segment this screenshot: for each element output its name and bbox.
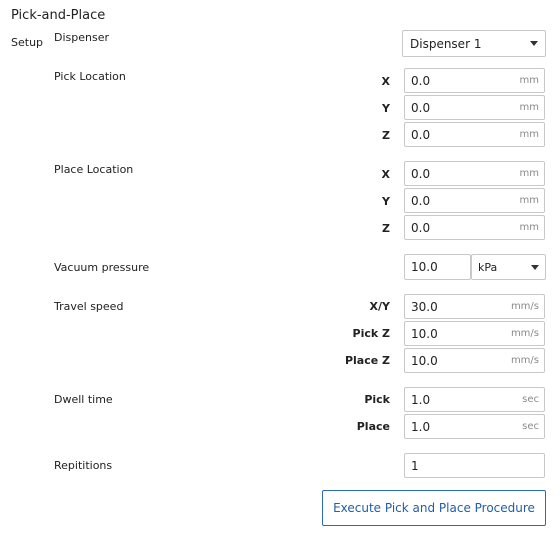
travel-xy-label: X/Y (369, 300, 390, 313)
place-z-label: Z (382, 222, 390, 235)
dwell-place-label: Place (356, 420, 390, 433)
travel-pickz-label: Pick Z (352, 327, 390, 340)
travel-xy-unit: mm/s (510, 301, 539, 312)
dwell-pick-input[interactable]: 1.0 sec (404, 387, 545, 412)
dwell-place-value: 1.0 (411, 419, 431, 434)
place-z-value: 0.0 (411, 220, 431, 235)
chevron-down-icon (530, 41, 538, 46)
vacuum-unit-value: kPa (478, 260, 498, 274)
place-x-input[interactable]: 0.0 mm (404, 161, 545, 186)
travel-placez-value: 10.0 (411, 353, 438, 368)
execute-pick-and-place-button[interactable]: Execute Pick and Place Procedure (322, 490, 546, 526)
place-x-value: 0.0 (411, 166, 431, 181)
place-y-value: 0.0 (411, 193, 431, 208)
place-z-input[interactable]: 0.0 mm (404, 215, 545, 240)
repetitions-input[interactable]: 1 (404, 453, 545, 478)
place-y-unit: mm (519, 195, 539, 206)
place-y-input[interactable]: 0.0 mm (404, 188, 545, 213)
repetitions-value: 1 (411, 458, 419, 473)
travel-placez-input[interactable]: 10.0 mm/s (404, 348, 545, 373)
travel-pickz-input[interactable]: 10.0 mm/s (404, 321, 545, 346)
dwell-place-input[interactable]: 1.0 sec (404, 414, 545, 439)
tab-setup[interactable]: Setup (11, 36, 43, 49)
travel-pickz-value: 10.0 (411, 326, 438, 341)
pick-z-input[interactable]: 0.0 mm (404, 122, 545, 147)
pick-y-unit: mm (519, 102, 539, 113)
dwell-time-label: Dwell time (54, 393, 113, 406)
dwell-pick-label: Pick (364, 393, 390, 406)
travel-xy-value: 30.0 (411, 299, 438, 314)
dwell-pick-value: 1.0 (411, 392, 431, 407)
pick-x-value: 0.0 (411, 73, 431, 88)
pick-y-input[interactable]: 0.0 mm (404, 95, 545, 120)
pick-z-value: 0.0 (411, 127, 431, 142)
travel-pickz-unit: mm/s (510, 328, 539, 339)
place-z-unit: mm (519, 222, 539, 233)
panel-title: Pick-and-Place (11, 8, 106, 23)
travel-xy-input[interactable]: 30.0 mm/s (404, 294, 545, 319)
travel-speed-label: Travel speed (54, 300, 124, 313)
pick-y-label: Y (382, 102, 390, 115)
pick-location-label: Pick Location (54, 70, 126, 83)
vacuum-pressure-label: Vacuum pressure (54, 261, 150, 274)
dispenser-label: Dispenser (54, 31, 109, 44)
pick-z-unit: mm (519, 129, 539, 140)
dispenser-select-value: Dispenser 1 (410, 36, 482, 51)
pick-x-unit: mm (519, 75, 539, 86)
pick-y-value: 0.0 (411, 100, 431, 115)
repetitions-label: Repititions (54, 459, 113, 472)
travel-placez-label: Place Z (344, 354, 390, 367)
pick-x-input[interactable]: 0.0 mm (404, 68, 545, 93)
vacuum-unit-select[interactable]: kPa (471, 254, 546, 280)
dwell-pick-unit: sec (522, 394, 539, 405)
place-y-label: Y (382, 195, 390, 208)
place-x-unit: mm (519, 168, 539, 179)
place-location-label: Place Location (54, 163, 134, 176)
travel-placez-unit: mm/s (510, 355, 539, 366)
place-x-label: X (381, 168, 390, 181)
chevron-down-icon (531, 264, 539, 270)
dwell-place-unit: sec (522, 421, 539, 432)
vacuum-pressure-input[interactable]: 10.0 (404, 254, 471, 280)
pick-z-label: Z (382, 129, 390, 142)
pick-x-label: X (381, 75, 390, 88)
dispenser-select[interactable]: Dispenser 1 (402, 30, 546, 57)
